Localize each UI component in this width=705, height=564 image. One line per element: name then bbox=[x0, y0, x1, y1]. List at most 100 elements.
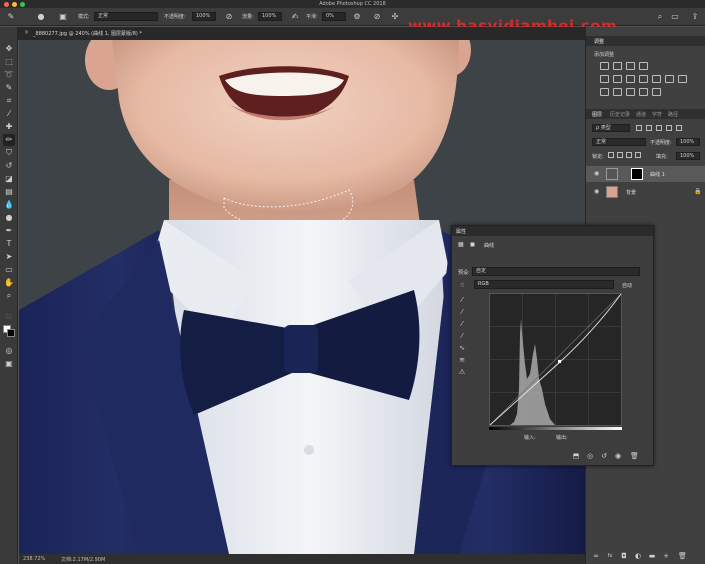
brush-settings-icon[interactable]: ▣ bbox=[58, 12, 68, 22]
channel-mixer-icon[interactable] bbox=[665, 75, 674, 83]
brush-size-icon[interactable]: ● bbox=[36, 12, 46, 22]
filter-shape-icon[interactable] bbox=[666, 125, 672, 131]
filter-smart-icon[interactable] bbox=[676, 125, 682, 131]
quick-select-icon[interactable]: ✎ bbox=[3, 82, 15, 94]
levels-icon[interactable] bbox=[613, 62, 622, 70]
preset-select[interactable]: 自定 bbox=[472, 267, 640, 276]
on-image-adjust-icon[interactable]: ☝ bbox=[457, 281, 467, 290]
auto-button[interactable]: 自动 bbox=[622, 282, 632, 289]
white-point-eyedropper-icon[interactable]: ⁄ bbox=[457, 332, 467, 341]
delete-layer-icon[interactable]: 🗑 bbox=[678, 552, 687, 560]
exposure-icon[interactable] bbox=[639, 62, 648, 70]
lock-position-icon[interactable] bbox=[626, 152, 632, 158]
invert-icon[interactable] bbox=[600, 88, 609, 96]
new-group-icon[interactable]: ▬ bbox=[648, 552, 656, 560]
flow-field[interactable]: 100% bbox=[258, 12, 282, 21]
filter-pixel-icon[interactable] bbox=[636, 125, 642, 131]
view-previous-icon[interactable]: ◎ bbox=[586, 452, 594, 460]
eraser-icon[interactable]: ◪ bbox=[3, 173, 15, 185]
black-white-icon[interactable] bbox=[639, 75, 648, 83]
move-icon[interactable]: ✥ bbox=[3, 43, 15, 55]
blend-mode-select[interactable]: 正常 bbox=[592, 138, 646, 146]
hand-icon[interactable]: ✋ bbox=[3, 277, 15, 289]
tab-layers[interactable]: 图层 bbox=[592, 111, 602, 118]
gradient-icon[interactable]: ▤ bbox=[3, 186, 15, 198]
selective-color-icon[interactable] bbox=[652, 88, 661, 96]
layer-mask-thumb[interactable] bbox=[631, 168, 643, 180]
tab-channels[interactable]: 通道 bbox=[636, 111, 646, 118]
brightness-icon[interactable] bbox=[600, 62, 609, 70]
lock-transparent-icon[interactable] bbox=[608, 152, 614, 158]
delete-adjustment-icon[interactable]: 🗑 bbox=[630, 452, 639, 460]
close-document-icon[interactable]: × bbox=[24, 29, 29, 36]
brush-tool-preset-icon[interactable]: ✎ bbox=[6, 12, 16, 22]
new-layer-icon[interactable]: + bbox=[662, 552, 670, 560]
eye-icon[interactable]: ◉ bbox=[594, 188, 599, 195]
search-icon[interactable]: ⌕ bbox=[655, 12, 665, 22]
toggle-visibility-eye-icon[interactable]: ◉ bbox=[614, 452, 622, 460]
layer-row-background[interactable]: ◉ 背景 🔒 bbox=[586, 184, 705, 200]
smooth-field[interactable]: 0% bbox=[322, 12, 346, 21]
crop-icon[interactable]: ⌗ bbox=[3, 95, 15, 107]
color-lookup-icon[interactable] bbox=[678, 75, 687, 83]
properties-panel[interactable]: 属性 ▦ ◼ 曲线 预设: 自定 ☝ RGB 自动 ⁄ ⁄ ⁄ ⁄ ∿ ≋ ⚠ bbox=[451, 225, 654, 466]
add-mask-icon[interactable]: ◘ bbox=[620, 552, 628, 560]
gradient-map-icon[interactable] bbox=[639, 88, 648, 96]
background-color-swatch[interactable] bbox=[7, 329, 15, 337]
threshold-icon[interactable] bbox=[626, 88, 635, 96]
vibrance-icon[interactable] bbox=[600, 75, 609, 83]
photo-filter-icon[interactable] bbox=[652, 75, 661, 83]
clone-stamp-icon[interactable]: ⛉ bbox=[3, 147, 15, 159]
lock-all-icon[interactable] bbox=[635, 152, 641, 158]
layer-opacity-field[interactable]: 100% bbox=[676, 138, 700, 146]
default-colors-icon[interactable]: ⬛ bbox=[3, 311, 15, 323]
eyedropper-icon[interactable]: ⁄ bbox=[3, 108, 15, 120]
dodge-icon[interactable]: ● bbox=[3, 212, 15, 224]
draw-curve-icon[interactable]: ∿ bbox=[457, 344, 467, 353]
blur-icon[interactable]: 💧 bbox=[3, 199, 15, 211]
filter-adjust-icon[interactable] bbox=[646, 125, 652, 131]
fill-field[interactable]: 100% bbox=[676, 152, 700, 160]
workspace-icon[interactable]: ▭ bbox=[670, 12, 680, 22]
smooth-curve-icon[interactable]: ≋ bbox=[457, 356, 467, 365]
symmetry-icon[interactable]: ✣ bbox=[390, 12, 400, 22]
share-icon[interactable]: ⇪ bbox=[690, 12, 700, 22]
eye-icon[interactable]: ◉ bbox=[594, 170, 599, 177]
marquee-icon[interactable]: ⬚ bbox=[3, 56, 15, 68]
tab-history[interactable]: 历史记录 bbox=[610, 111, 630, 118]
hue-sat-icon[interactable] bbox=[613, 75, 622, 83]
clipping-warning-icon[interactable]: ⚠ bbox=[457, 368, 467, 377]
path-select-icon[interactable]: ➤ bbox=[3, 251, 15, 263]
filter-type-icon[interactable] bbox=[656, 125, 662, 131]
curves-graph[interactable] bbox=[489, 293, 622, 426]
black-point-eyedropper-icon[interactable]: ⁄ bbox=[457, 308, 467, 317]
layer-filter-select[interactable]: ρ 类型 bbox=[592, 124, 630, 132]
edit-points-icon[interactable]: ⁄ bbox=[457, 296, 467, 305]
channel-select[interactable]: RGB bbox=[474, 280, 614, 289]
quick-mask-icon[interactable]: ◎ bbox=[3, 345, 15, 357]
tab-adjustments[interactable]: 调整 bbox=[594, 38, 604, 45]
color-balance-icon[interactable] bbox=[626, 75, 635, 83]
pressure-opacity-icon[interactable]: ⊘ bbox=[224, 12, 234, 22]
pressure-size-icon[interactable]: ⊘ bbox=[372, 12, 382, 22]
brush-icon[interactable]: ✏ bbox=[3, 134, 15, 146]
zoom-icon[interactable]: ⌕ bbox=[3, 290, 15, 302]
zoom-level[interactable]: 238.72% bbox=[23, 556, 45, 562]
lasso-icon[interactable]: ➰ bbox=[3, 69, 15, 81]
layer-row-curves[interactable]: ◉ 曲线 1 bbox=[586, 166, 705, 182]
link-layers-icon[interactable]: ∞ bbox=[592, 552, 600, 560]
clip-to-layer-icon[interactable]: ⬒ bbox=[572, 452, 580, 460]
type-icon[interactable]: T bbox=[3, 238, 15, 250]
screen-mode-icon[interactable]: ▣ bbox=[3, 358, 15, 370]
fx-icon[interactable]: fx bbox=[606, 552, 614, 560]
smooth-settings-gear-icon[interactable]: ⚙ bbox=[352, 12, 362, 22]
rectangle-icon[interactable]: ▭ bbox=[3, 264, 15, 276]
document-tab[interactable]: × _8880277.jpg @ 240% (曲线 1, 图层蒙版/8) * bbox=[18, 27, 585, 40]
lock-pixels-icon[interactable] bbox=[617, 152, 623, 158]
mode-select[interactable]: 正常 bbox=[94, 12, 158, 21]
curves-icon[interactable] bbox=[626, 62, 635, 70]
new-adjustment-icon[interactable]: ◐ bbox=[634, 552, 642, 560]
gray-point-eyedropper-icon[interactable]: ⁄ bbox=[457, 320, 467, 329]
opacity-field[interactable]: 100% bbox=[192, 12, 216, 21]
airbrush-icon[interactable]: ✍ bbox=[290, 12, 300, 22]
